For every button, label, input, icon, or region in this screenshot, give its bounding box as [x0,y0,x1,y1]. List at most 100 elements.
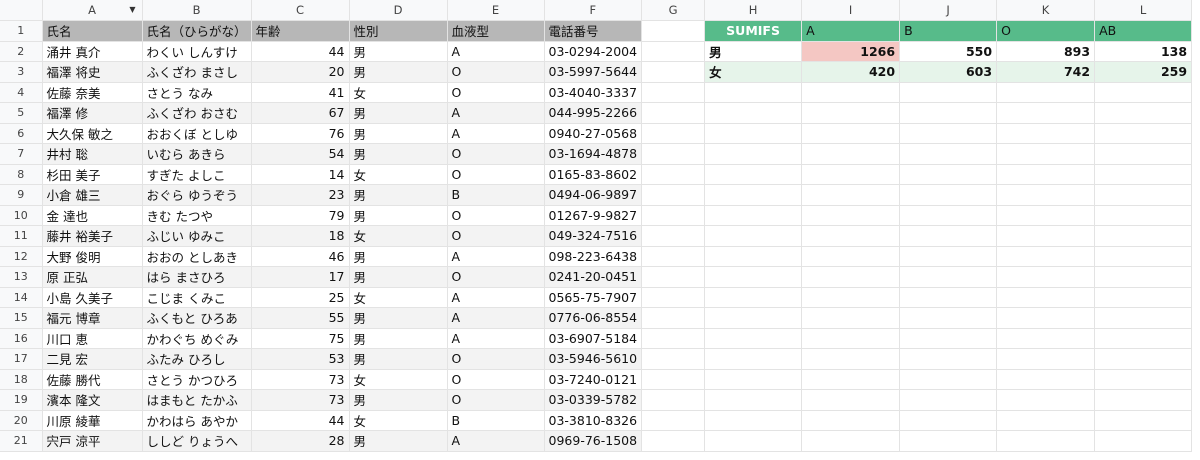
data-cell[interactable]: 女 [349,225,448,247]
empty-cell[interactable] [996,307,1096,329]
empty-cell[interactable] [899,430,998,452]
sumifs-value-cell[interactable]: 259 [1094,61,1193,83]
empty-cell[interactable] [704,430,803,452]
empty-cell[interactable] [899,348,998,370]
empty-cell[interactable] [801,184,901,206]
empty-cell[interactable] [1094,348,1193,370]
data-cell[interactable]: 0565-75-7907 [544,287,643,308]
data-cell[interactable]: ふくざわ おさむ [142,102,252,124]
empty-cell[interactable] [996,164,1096,185]
empty-cell[interactable] [1094,123,1193,144]
empty-cell[interactable] [704,205,803,226]
data-cell[interactable]: 男 [349,102,448,124]
row-header-17[interactable]: 17 [0,348,43,370]
row-header-5[interactable]: 5 [0,102,43,124]
empty-cell[interactable] [1094,369,1193,390]
sumifs-label-cell[interactable]: SUMIFS [704,20,803,42]
data-cell[interactable]: 男 [349,143,448,165]
empty-cell[interactable] [899,205,998,226]
empty-cell[interactable] [1094,184,1193,206]
empty-cell[interactable] [1094,266,1193,288]
row-header-6[interactable]: 6 [0,123,43,144]
data-cell[interactable]: 川口 恵 [42,328,143,349]
empty-cell[interactable] [899,369,998,390]
data-cell[interactable]: さとう かつひろ [142,369,252,390]
data-cell[interactable]: B [447,184,545,206]
empty-cell-g[interactable] [641,266,706,288]
empty-cell[interactable] [996,205,1096,226]
empty-cell[interactable] [1094,307,1193,329]
empty-cell[interactable] [996,225,1096,247]
data-cell[interactable]: 55 [251,307,350,329]
data-cell[interactable]: 原 正弘 [42,266,143,288]
data-cell[interactable]: 男 [349,389,448,411]
row-header-9[interactable]: 9 [0,184,43,206]
header-cell[interactable]: 氏名 [42,20,143,42]
sumifs-value-cell[interactable]: 603 [899,61,998,83]
data-cell[interactable]: 28 [251,430,350,452]
data-cell[interactable]: 049-324-7516 [544,225,643,247]
empty-cell[interactable] [801,82,901,103]
row-header-19[interactable]: 19 [0,389,43,411]
data-cell[interactable]: 03-7240-0121 [544,369,643,390]
empty-cell[interactable] [801,410,901,431]
data-cell[interactable]: A [447,287,545,308]
data-cell[interactable]: 0940-27-0568 [544,123,643,144]
column-header-e[interactable]: E [447,0,545,21]
row-header-4[interactable]: 4 [0,82,43,103]
empty-cell[interactable] [996,123,1096,144]
data-cell[interactable]: ふじい ゆみこ [142,225,252,247]
data-cell[interactable]: おぐら ゆうぞう [142,184,252,206]
empty-cell[interactable] [996,246,1096,267]
data-cell[interactable]: 20 [251,61,350,83]
empty-cell[interactable] [801,123,901,144]
row-header-10[interactable]: 10 [0,205,43,226]
empty-cell[interactable] [899,164,998,185]
data-cell[interactable]: 03-5946-5610 [544,348,643,370]
empty-cell-g[interactable] [641,184,706,206]
empty-cell[interactable] [1094,430,1193,452]
empty-cell-g[interactable] [641,82,706,103]
empty-cell[interactable] [899,307,998,329]
empty-cell-g[interactable] [641,389,706,411]
data-cell[interactable]: 03-3810-8326 [544,410,643,431]
data-cell[interactable]: 73 [251,389,350,411]
empty-cell[interactable] [1094,246,1193,267]
data-cell[interactable]: 73 [251,369,350,390]
data-cell[interactable]: 03-6907-5184 [544,328,643,349]
sumifs-value-cell[interactable]: 420 [801,61,901,83]
empty-cell[interactable] [1094,225,1193,247]
data-cell[interactable]: 井村 聡 [42,143,143,165]
data-cell[interactable]: おおの としあき [142,246,252,267]
row-header-1[interactable]: 1 [0,20,43,42]
data-cell[interactable]: O [447,225,545,247]
empty-cell[interactable] [704,82,803,103]
empty-cell[interactable] [704,184,803,206]
empty-cell[interactable] [801,164,901,185]
data-cell[interactable]: A [447,328,545,349]
data-cell[interactable]: O [447,205,545,226]
data-cell[interactable]: 01267-9-9827 [544,205,643,226]
data-cell[interactable]: O [447,369,545,390]
empty-cell-g[interactable] [641,287,706,308]
empty-cell[interactable] [1094,102,1193,124]
column-header-d[interactable]: D [349,0,448,21]
header-cell[interactable]: 血液型 [447,20,545,42]
data-cell[interactable]: 男 [349,430,448,452]
data-cell[interactable]: 男 [349,61,448,83]
gender-label-cell[interactable]: 女 [704,61,803,83]
empty-cell[interactable] [996,143,1096,165]
header-cell[interactable]: 氏名（ひらがな） [142,20,252,42]
data-cell[interactable]: 佐藤 勝代 [42,369,143,390]
data-cell[interactable]: かわぐち めぐみ [142,328,252,349]
gender-label-cell[interactable]: 男 [704,41,803,62]
sumifs-value-cell[interactable]: 742 [996,61,1096,83]
empty-cell-g[interactable] [641,328,706,349]
data-cell[interactable]: 杉田 美子 [42,164,143,185]
empty-cell[interactable] [704,225,803,247]
data-cell[interactable]: 大野 俊明 [42,246,143,267]
empty-cell-g[interactable] [641,410,706,431]
data-cell[interactable]: 18 [251,225,350,247]
row-header-12[interactable]: 12 [0,246,43,267]
empty-cell[interactable] [704,123,803,144]
